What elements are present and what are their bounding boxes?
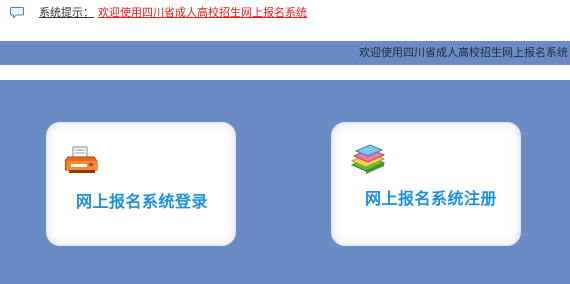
notice-label: 系统提示： xyxy=(39,6,94,19)
books-icon xyxy=(350,144,386,174)
notice-message-link[interactable]: 欢迎使用四川省成人高校招生网上报名系统 xyxy=(98,6,307,19)
divider-stripe xyxy=(0,65,570,80)
register-label: 网上报名系统注册 xyxy=(365,189,498,208)
marquee-text: 欢迎使用四川省成人高校招生网上报名系统 xyxy=(359,46,568,59)
header-band: 欢迎使用四川省成人高校招生网上报名系统 xyxy=(0,41,570,65)
login-card-button[interactable]: 网上报名系统登录 xyxy=(46,122,236,246)
notice-bar: 系统提示： 欢迎使用四川省成人高校招生网上报名系统 xyxy=(0,0,570,26)
login-label: 网上报名系统登录 xyxy=(76,192,209,211)
printer-icon xyxy=(65,146,98,173)
speech-bubble-icon xyxy=(10,7,24,19)
register-card-button[interactable]: 网上报名系统注册 xyxy=(331,122,521,246)
